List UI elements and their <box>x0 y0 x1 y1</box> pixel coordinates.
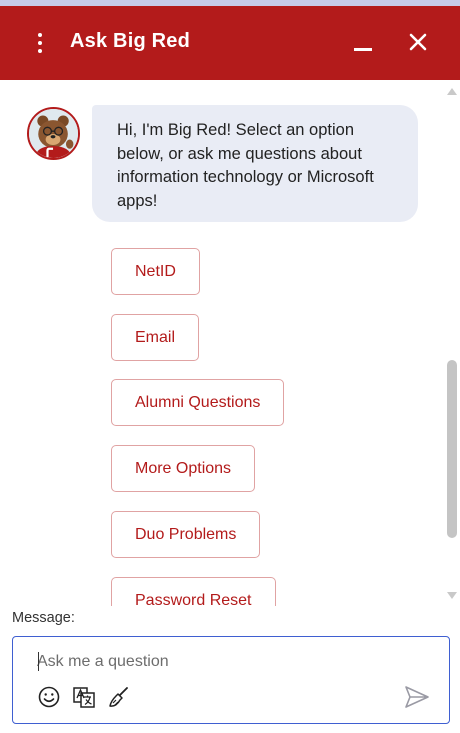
bear-mascot-avatar <box>27 107 80 160</box>
kebab-menu-icon[interactable] <box>28 26 52 60</box>
option-netid-button[interactable]: NetID <box>111 248 200 295</box>
text-caret <box>38 652 39 671</box>
scroll-down-arrow-icon[interactable] <box>447 592 457 599</box>
option-more-options-button[interactable]: More Options <box>111 445 256 492</box>
emoji-icon[interactable] <box>37 685 61 709</box>
message-composer <box>12 636 450 724</box>
scroll-up-arrow-icon[interactable] <box>447 88 457 95</box>
clear-icon[interactable] <box>107 685 131 709</box>
chat-header: Ask Big Red <box>0 6 460 80</box>
message-input[interactable] <box>37 651 417 673</box>
option-alumni-questions-button[interactable]: Alumni Questions <box>111 379 285 426</box>
translate-icon[interactable] <box>72 685 96 709</box>
chat-title: Ask Big Red <box>70 30 191 52</box>
option-password-reset-button[interactable]: Password Reset <box>111 577 276 606</box>
chat-scrollbar[interactable] <box>444 80 460 606</box>
option-email-button[interactable]: Email <box>111 314 200 361</box>
chat-transcript: Hi, I'm Big Red! Select an option below,… <box>0 80 460 606</box>
message-label: Message: <box>12 610 75 626</box>
bot-message-bubble: Hi, I'm Big Red! Select an option below,… <box>92 105 418 222</box>
close-icon[interactable] <box>404 28 432 56</box>
minimize-icon[interactable] <box>348 28 378 58</box>
send-icon[interactable] <box>403 683 431 711</box>
option-duo-problems-button[interactable]: Duo Problems <box>111 511 261 558</box>
scrollbar-thumb[interactable] <box>447 360 457 538</box>
